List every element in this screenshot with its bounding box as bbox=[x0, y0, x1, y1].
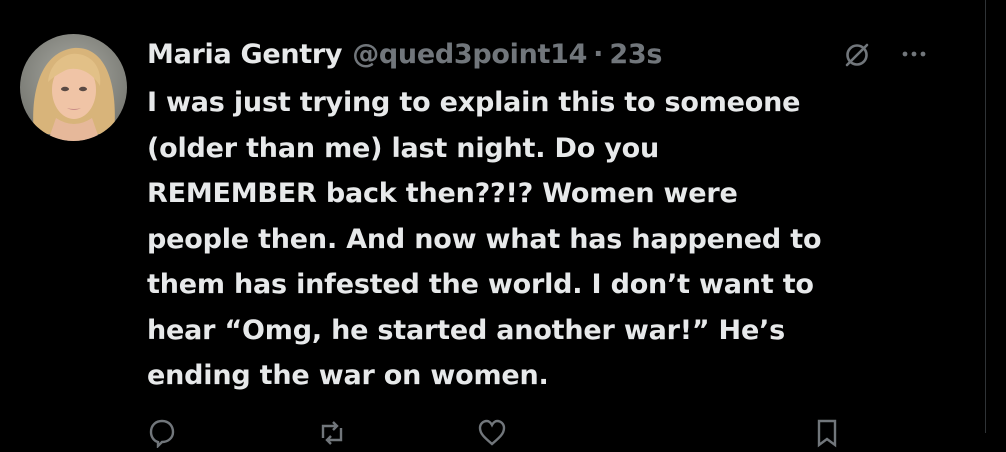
tweet-text: I was just trying to explain this to som… bbox=[147, 87, 822, 391]
bookmark-icon[interactable] bbox=[812, 418, 842, 448]
avatar[interactable] bbox=[20, 34, 127, 141]
like-icon[interactable] bbox=[477, 418, 507, 448]
timestamp[interactable]: 23s bbox=[609, 39, 662, 70]
separator-dot: · bbox=[593, 38, 604, 70]
reply-icon[interactable] bbox=[147, 418, 177, 449]
tweet-header: Maria Gentry @qued3point14 · 23s bbox=[147, 34, 946, 74]
action-bar bbox=[147, 418, 947, 449]
more-icon[interactable] bbox=[897, 40, 931, 68]
author-handle[interactable]: @qued3point14 bbox=[352, 39, 587, 70]
profile-photo bbox=[20, 34, 127, 141]
column-divider bbox=[985, 0, 986, 433]
author-name[interactable]: Maria Gentry bbox=[147, 39, 343, 70]
repost-icon[interactable] bbox=[317, 418, 347, 448]
grok-icon[interactable] bbox=[842, 40, 872, 70]
